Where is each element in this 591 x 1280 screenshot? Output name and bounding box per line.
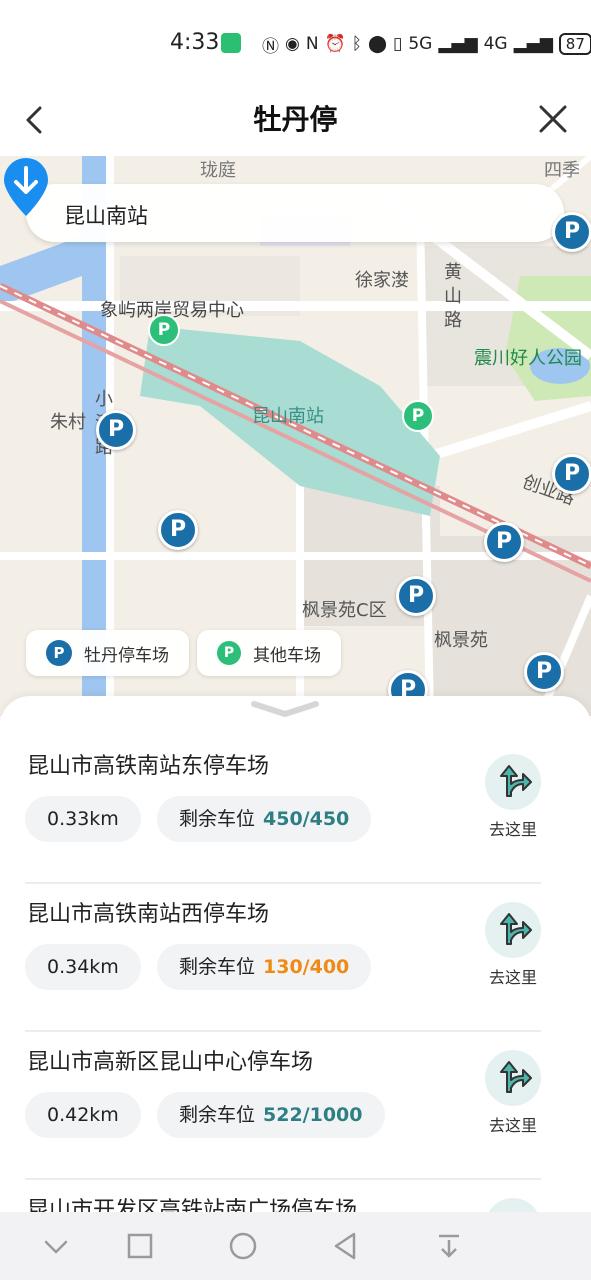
- map-label-park: 震川好人公园: [474, 348, 582, 369]
- parking-pin-mudan[interactable]: P: [96, 410, 136, 450]
- lot-name: 昆山市高铁南站西停车场: [27, 902, 270, 927]
- navigate-label: 去这里: [488, 968, 537, 987]
- eye-icon: ◉: [285, 34, 300, 54]
- collapse-icon[interactable]: [40, 1230, 72, 1262]
- parking-pin-mudan[interactable]: P: [552, 212, 591, 252]
- spots-chip: 剩余车位 450/450: [157, 796, 372, 842]
- vibrate-icon: ▯: [392, 34, 403, 54]
- map-legend: P 牡丹停车场 P 其他车场: [26, 630, 341, 676]
- location-marker-icon: [4, 158, 48, 216]
- search-text: 昆山南站: [64, 204, 148, 228]
- parking-lot-item[interactable]: 昆山市高铁南站西停车场 0.34km 剩余车位 130/400 去这里: [25, 884, 541, 1032]
- legend-mudan-label: 牡丹停车场: [84, 645, 169, 666]
- navigate-label: 去这里: [488, 820, 537, 839]
- navigate-icon: [485, 754, 541, 810]
- navigate-button[interactable]: 去这里: [483, 902, 543, 992]
- navigate-button[interactable]: 去这里: [483, 754, 543, 844]
- spots-value: 522/1000: [263, 1104, 363, 1126]
- system-nav-bar: [0, 1212, 591, 1280]
- battery-level: 87: [558, 33, 591, 55]
- dropdown-notification-icon[interactable]: [433, 1230, 465, 1262]
- header: 牡丹停: [0, 88, 591, 156]
- map-label-fengjing-c: 枫景苑C区: [302, 600, 387, 621]
- parking-pin-other[interactable]: P: [148, 314, 180, 346]
- parking-list-sheet: 昆山市高铁南站东停车场 0.33km 剩余车位 450/450 去这里 昆山市高铁…: [0, 696, 591, 1216]
- status-bar: 4:33 Ⓝ ◉ N ⏰ ᛒ ⬤ ▯ 5G ▂▄▆ 4G ▂▄▆ 87 ϟ: [0, 0, 591, 88]
- mudan-parking-icon: P: [46, 640, 72, 666]
- network-5g: 5G: [408, 34, 433, 54]
- home-icon[interactable]: [227, 1230, 259, 1262]
- search-box[interactable]: 昆山南站: [26, 184, 564, 242]
- spots-value: 450/450: [263, 808, 350, 830]
- map-label-xujialou: 徐家漤: [355, 270, 409, 291]
- map-label-station: 昆山南站: [252, 406, 324, 427]
- map-label-fengjing: 枫景苑: [434, 630, 488, 651]
- sheet-handle-icon[interactable]: [250, 698, 320, 720]
- distance-chip: 0.33km: [25, 796, 141, 842]
- map-label-huangshan-road: 黄山路: [444, 262, 462, 331]
- map-label-top-right: 四季: [544, 160, 580, 181]
- legend-mudan[interactable]: P 牡丹停车场: [26, 630, 189, 676]
- page-title: 牡丹停: [253, 103, 338, 136]
- lot-name: 昆山市高铁南站东停车场: [27, 754, 270, 779]
- status-time: 4:33: [170, 30, 220, 55]
- close-icon[interactable]: [534, 100, 572, 138]
- distance-chip: 0.34km: [25, 944, 141, 990]
- spots-label: 剩余车位: [179, 808, 256, 830]
- parking-pin-other[interactable]: P: [402, 400, 434, 432]
- navigate-icon: [485, 902, 541, 958]
- spots-chip: 剩余车位 130/400: [157, 944, 372, 990]
- navigate-icon: [485, 1050, 541, 1106]
- location-icon: ⬤: [367, 34, 387, 54]
- back-nav-icon[interactable]: [330, 1230, 362, 1262]
- map-label-zhucun: 朱村: [50, 412, 86, 433]
- parking-pin-mudan[interactable]: P: [524, 652, 564, 692]
- signal-icon: ▂▄▆: [438, 34, 478, 54]
- network-4g: 4G: [483, 34, 508, 54]
- n-icon: N: [305, 34, 319, 54]
- map[interactable]: 珑庭 四季 徐家漤 象屿两岸贸易中心 黄山路 震川好人公园 朱村 小河路 昆山南…: [0, 156, 591, 716]
- parking-pin-mudan[interactable]: P: [396, 576, 436, 616]
- legend-other[interactable]: P 其他车场: [197, 630, 341, 676]
- lot-name: 昆山市高新区昆山中心停车场: [27, 1050, 314, 1075]
- status-icons: Ⓝ ◉ N ⏰ ᛒ ⬤ ▯ 5G ▂▄▆ 4G ▂▄▆ 87 ϟ: [262, 30, 591, 58]
- bluetooth-icon: ᛒ: [351, 34, 362, 54]
- other-parking-icon: P: [217, 641, 241, 665]
- parking-pin-mudan[interactable]: P: [552, 454, 591, 494]
- parking-list: 昆山市高铁南站东停车场 0.33km 剩余车位 450/450 去这里 昆山市高铁…: [0, 736, 591, 1216]
- navigate-button[interactable]: 去这里: [483, 1050, 543, 1140]
- map-label-top-road: 珑庭: [200, 160, 236, 181]
- legend-other-label: 其他车场: [253, 645, 321, 666]
- distance-chip: 0.42km: [25, 1092, 141, 1138]
- alarm-icon: ⏰: [324, 34, 346, 54]
- app-notification-icon: [221, 33, 241, 53]
- nfc-icon: Ⓝ: [262, 36, 279, 57]
- spots-value: 130/400: [263, 956, 350, 978]
- recents-icon[interactable]: [124, 1230, 156, 1262]
- navigate-label: 去这里: [488, 1116, 537, 1135]
- parking-lot-item[interactable]: 昆山市高新区昆山中心停车场 0.42km 剩余车位 522/1000 去这里: [25, 1032, 541, 1180]
- signal-icon-2: ▂▄▆: [513, 34, 553, 54]
- spots-label: 剩余车位: [179, 956, 256, 978]
- spots-label: 剩余车位: [179, 1104, 256, 1126]
- parking-pin-mudan[interactable]: P: [158, 510, 198, 550]
- spots-chip: 剩余车位 522/1000: [157, 1092, 385, 1138]
- parking-lot-item[interactable]: 昆山市开发区高铁站南广场停车场: [25, 1180, 541, 1216]
- parking-pin-mudan[interactable]: P: [484, 522, 524, 562]
- parking-lot-item[interactable]: 昆山市高铁南站东停车场 0.33km 剩余车位 450/450 去这里: [25, 736, 541, 884]
